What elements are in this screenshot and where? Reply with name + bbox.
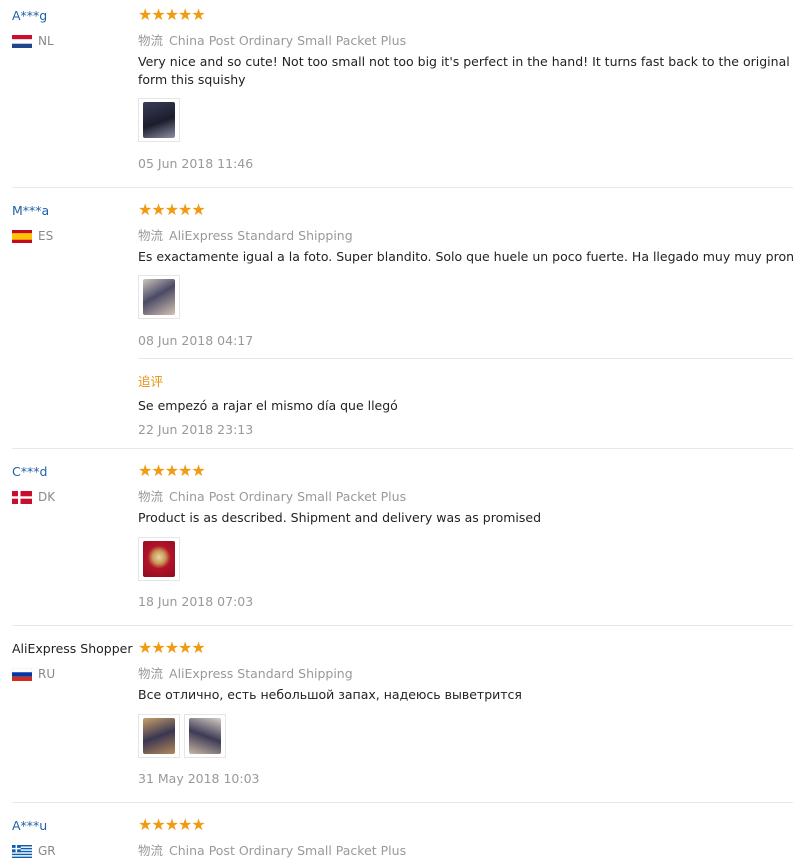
reviewer-name[interactable]: M***a — [12, 203, 49, 218]
logistics-info: 物流 China Post Ordinary Small Packet Plus — [138, 486, 406, 505]
reviewer-name[interactable]: AliExpress Shopper — [12, 641, 132, 656]
logistics-label: 物流 — [138, 489, 164, 504]
star-icon: ★ — [138, 5, 152, 24]
logistics-method: China Post Ordinary Small Packet Plus — [169, 489, 407, 504]
star-icon: ★ — [191, 638, 205, 657]
reviewer-country: DK — [12, 490, 55, 504]
review-photo-thumbnail[interactable] — [138, 537, 180, 581]
star-rating: ★ ★ ★ ★ ★ — [138, 638, 206, 657]
reviewer-name[interactable]: A***u — [12, 818, 47, 833]
review-date: 18 Jun 2018 07:03 — [138, 594, 254, 609]
star-rating: ★ ★ ★ ★ ★ — [138, 5, 206, 24]
star-icon: ★ — [151, 461, 165, 480]
followup-text: Se empezó a rajar el mismo día que llegó — [138, 398, 398, 413]
star-icon: ★ — [178, 5, 192, 24]
star-icon: ★ — [164, 638, 179, 657]
review-date: 05 Jun 2018 11:46 — [138, 156, 254, 171]
followup-label: 追评 — [138, 374, 164, 389]
gr-flag-icon — [12, 844, 32, 858]
star-rating: ★ ★ ★ ★ ★ — [138, 461, 206, 480]
star-icon: ★ — [164, 815, 179, 834]
star-rating: ★ ★ ★ ★ ★ — [138, 815, 206, 834]
logistics-method: AliExpress Standard Shipping — [169, 666, 353, 681]
review-date: 31 May 2018 10:03 — [138, 771, 260, 786]
divider — [12, 625, 793, 626]
star-icon: ★ — [164, 461, 179, 480]
reviewer-name[interactable]: A***g — [12, 8, 47, 23]
star-icon: ★ — [151, 5, 165, 24]
star-icon: ★ — [178, 638, 192, 657]
review-date: 08 Jun 2018 04:17 — [138, 333, 254, 348]
star-icon: ★ — [191, 815, 205, 834]
reviewer-country: RU — [12, 667, 55, 681]
star-icon: ★ — [191, 200, 205, 219]
logistics-label: 物流 — [138, 666, 164, 681]
country-code: ES — [38, 229, 54, 243]
nl-flag-icon — [12, 34, 32, 48]
star-icon: ★ — [138, 638, 152, 657]
star-icon: ★ — [138, 200, 152, 219]
star-icon: ★ — [191, 5, 205, 24]
reviewer-name[interactable]: C***d — [12, 464, 47, 479]
review-text: Product is as described. Shipment and de… — [138, 510, 542, 525]
logistics-info: 物流 China Post Ordinary Small Packet Plus — [138, 30, 406, 49]
review-text: Es exactamente igual a la foto. Super bl… — [138, 249, 793, 264]
review-photo-thumbnail[interactable] — [184, 714, 226, 758]
star-icon: ★ — [151, 200, 165, 219]
star-icon: ★ — [191, 461, 205, 480]
star-icon: ★ — [178, 461, 192, 480]
reviewer-country: ES — [12, 229, 53, 243]
divider — [12, 448, 793, 449]
star-icon: ★ — [138, 815, 152, 834]
logistics-label: 物流 — [138, 228, 164, 243]
review-photo-thumbnail[interactable] — [138, 275, 180, 319]
logistics-info: 物流 AliExpress Standard Shipping — [138, 663, 353, 682]
review-text: Very nice and so cute! Not too small not… — [138, 54, 790, 87]
ru-flag-icon — [12, 667, 32, 681]
country-code: GR — [38, 844, 56, 858]
star-icon: ★ — [164, 5, 179, 24]
country-code: NL — [38, 34, 54, 48]
divider — [12, 187, 793, 188]
country-code: DK — [38, 490, 56, 504]
divider — [12, 802, 793, 803]
followup-divider — [138, 358, 793, 359]
logistics-info: 物流 China Post Ordinary Small Packet Plus — [138, 840, 406, 859]
es-flag-icon — [12, 229, 32, 243]
logistics-method: China Post Ordinary Small Packet Plus — [169, 843, 407, 858]
star-icon: ★ — [138, 461, 152, 480]
star-icon: ★ — [164, 200, 179, 219]
review-photo-thumbnail[interactable] — [138, 714, 180, 758]
followup-date: 22 Jun 2018 23:13 — [138, 422, 254, 437]
logistics-label: 物流 — [138, 843, 164, 858]
star-icon: ★ — [178, 200, 192, 219]
logistics-label: 物流 — [138, 33, 164, 48]
star-rating: ★ ★ ★ ★ ★ — [138, 200, 206, 219]
reviewer-country: NL — [12, 34, 54, 48]
country-code: RU — [38, 667, 56, 681]
review-text: Все отлично, есть небольшой запах, надею… — [138, 687, 522, 702]
reviewer-country: GR — [12, 844, 56, 858]
logistics-method: China Post Ordinary Small Packet Plus — [169, 33, 407, 48]
review-photo-thumbnail[interactable] — [138, 98, 180, 142]
logistics-info: 物流 AliExpress Standard Shipping — [138, 225, 353, 244]
star-icon: ★ — [178, 815, 192, 834]
dk-flag-icon — [12, 490, 32, 504]
star-icon: ★ — [151, 815, 165, 834]
star-icon: ★ — [151, 638, 165, 657]
logistics-method: AliExpress Standard Shipping — [169, 228, 353, 243]
